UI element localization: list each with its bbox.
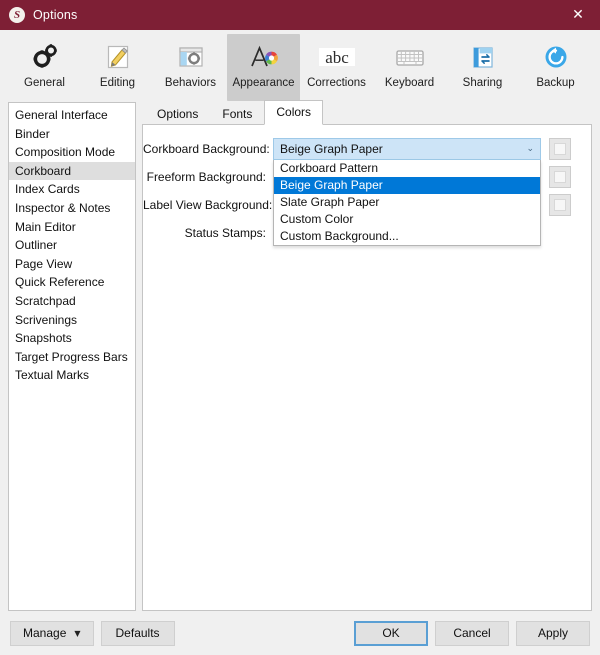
corkboard-background-color-swatch[interactable]: [549, 138, 571, 160]
toolbar-item-general[interactable]: General: [8, 34, 81, 101]
toolbar-item-label: Appearance: [232, 77, 295, 89]
combobox-head[interactable]: Beige Graph Paper ⌄: [273, 138, 541, 160]
tab-colors[interactable]: Colors: [264, 100, 324, 125]
keyboard-icon: [394, 40, 426, 74]
settings-panel: Options Fonts Colors Corkboard Backgroun…: [142, 100, 592, 611]
toolbar-item-label: Keyboard: [384, 77, 435, 89]
sidebar-item-composition-mode[interactable]: Composition Mode: [9, 143, 135, 162]
toolbar-item-editing[interactable]: Editing: [81, 34, 154, 101]
svg-text:abc: abc: [325, 48, 349, 67]
cancel-button[interactable]: Cancel: [435, 620, 509, 646]
sidebar-item-main-editor[interactable]: Main Editor: [9, 218, 135, 237]
combobox-option-beige-graph-paper[interactable]: Beige Graph Paper: [274, 177, 540, 194]
combobox-option-custom-color[interactable]: Custom Color: [274, 211, 540, 228]
manage-button-label: Manage: [23, 626, 67, 640]
category-sidebar[interactable]: General Interface Binder Composition Mod…: [8, 102, 136, 611]
toolbar-item-keyboard[interactable]: Keyboard: [373, 34, 446, 101]
combobox-option-custom-background[interactable]: Custom Background...: [274, 228, 540, 245]
apply-button[interactable]: Apply: [516, 620, 590, 646]
freeform-background-color-swatch[interactable]: [549, 166, 571, 188]
options-toolbar: General Editing Behaviors Appearance abc…: [0, 30, 600, 102]
tab-strip: Options Fonts Colors: [142, 100, 592, 125]
sidebar-item-page-view[interactable]: Page View: [9, 255, 135, 274]
chevron-down-icon: ⌄: [526, 144, 534, 154]
corkboard-background-control: Beige Graph Paper ⌄ Corkboard Pattern Be…: [273, 138, 591, 246]
tab-options[interactable]: Options: [145, 103, 210, 125]
gears-icon: [30, 40, 60, 74]
status-stamps-label: Status Stamps:: [184, 226, 266, 240]
colors-tab-page: Corkboard Background: Beige Graph Paper …: [142, 125, 592, 611]
close-icon[interactable]: ✕: [556, 0, 600, 30]
toolbar-item-label: Editing: [99, 77, 136, 89]
sidebar-item-outliner[interactable]: Outliner: [9, 236, 135, 255]
toolbar-item-sharing[interactable]: Sharing: [446, 34, 519, 101]
corkboard-background-combobox[interactable]: Beige Graph Paper ⌄ Corkboard Pattern Be…: [273, 138, 541, 246]
sidebar-item-target-progress-bars[interactable]: Target Progress Bars: [9, 348, 135, 367]
sidebar-item-scrivenings[interactable]: Scrivenings: [9, 311, 135, 330]
swatch-color-preview: [554, 171, 566, 183]
window-gear-icon: [176, 40, 206, 74]
sidebar-item-general-interface[interactable]: General Interface: [9, 106, 135, 125]
manage-button[interactable]: Manage ▼: [10, 620, 94, 646]
form-row-corkboard-background: Corkboard Background: Beige Graph Paper …: [143, 135, 591, 246]
backup-circle-icon: [541, 40, 571, 74]
dialog-footer: Manage ▼ Defaults OK Cancel Apply: [0, 611, 600, 655]
combobox-value: Beige Graph Paper: [280, 142, 383, 156]
freeform-background-label: Freeform Background:: [146, 170, 266, 184]
tab-fonts[interactable]: Fonts: [210, 103, 264, 125]
pencil-page-icon: [103, 40, 133, 74]
ok-button[interactable]: OK: [354, 620, 428, 646]
sidebar-item-inspector-notes[interactable]: Inspector & Notes: [9, 199, 135, 218]
sidebar-item-index-cards[interactable]: Index Cards: [9, 180, 135, 199]
abc-icon: abc: [317, 40, 357, 74]
toolbar-item-corrections[interactable]: abc Corrections: [300, 34, 373, 101]
toolbar-item-appearance[interactable]: Appearance: [227, 34, 300, 101]
corkboard-background-label: Corkboard Background:: [143, 142, 270, 156]
colors-form: Corkboard Background: Beige Graph Paper …: [143, 125, 591, 247]
scrivener-logo-icon: S: [9, 7, 25, 23]
combobox-option-corkboard-pattern[interactable]: Corkboard Pattern: [274, 160, 540, 177]
toolbar-item-label: Backup: [536, 77, 575, 89]
toolbar-item-label: Sharing: [462, 77, 503, 89]
sidebar-item-textual-marks[interactable]: Textual Marks: [9, 366, 135, 385]
combobox-dropdown-list[interactable]: Corkboard Pattern Beige Graph Paper Slat…: [273, 160, 541, 246]
toolbar-item-label: Corrections: [307, 77, 366, 89]
defaults-button[interactable]: Defaults: [100, 620, 175, 646]
options-dialog: S Options ✕ General Editing Behaviors Ap…: [0, 0, 600, 655]
sidebar-item-corkboard[interactable]: Corkboard: [9, 161, 135, 181]
sidebar-item-quick-reference[interactable]: Quick Reference: [9, 273, 135, 292]
toolbar-item-label: Behaviors: [164, 77, 217, 89]
label-view-background-label: Label View Background:: [143, 198, 273, 212]
combobox-option-slate-graph-paper[interactable]: Slate Graph Paper: [274, 194, 540, 211]
title-bar: S Options ✕: [0, 0, 600, 30]
chevron-down-icon: ▼: [74, 628, 81, 638]
sidebar-item-binder[interactable]: Binder: [9, 125, 135, 144]
sidebar-item-snapshots[interactable]: Snapshots: [9, 329, 135, 348]
swatch-color-preview: [554, 143, 566, 155]
swatch-color-preview: [554, 199, 566, 211]
toolbar-item-backup[interactable]: Backup: [519, 34, 592, 101]
dialog-body: General Interface Binder Composition Mod…: [0, 100, 600, 611]
toolbar-item-label: General: [24, 77, 65, 89]
sidebar-item-scratchpad[interactable]: Scratchpad: [9, 292, 135, 311]
label-view-background-color-swatch[interactable]: [549, 194, 571, 216]
toolbar-item-behaviors[interactable]: Behaviors: [154, 34, 227, 101]
sharing-icon: [468, 40, 498, 74]
window-title: Options: [33, 8, 78, 22]
a-colorwheel-icon: [248, 40, 280, 74]
